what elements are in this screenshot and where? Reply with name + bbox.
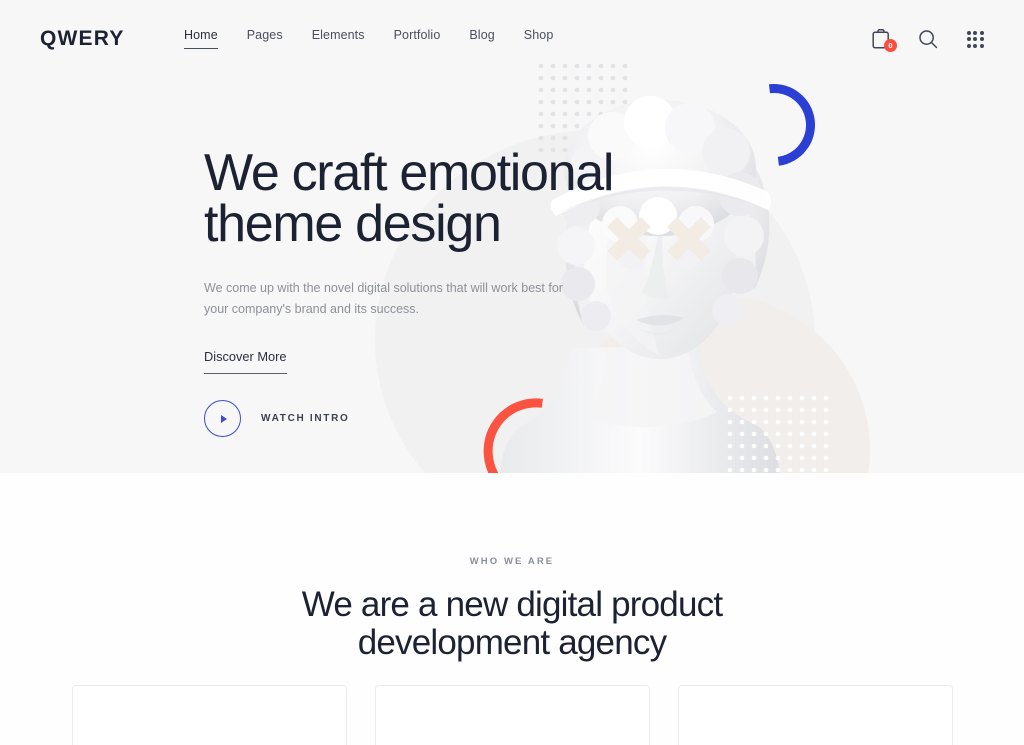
logo[interactable]: QWERY: [40, 27, 125, 51]
grid-menu-icon[interactable]: [964, 27, 986, 51]
play-icon[interactable]: [204, 400, 241, 437]
about-title-line2: development agency: [357, 623, 667, 662]
feature-card-1[interactable]: [71, 685, 347, 745]
hero-title: We craft emotional theme design: [204, 147, 684, 253]
section-eyebrow: WHO WE ARE: [469, 556, 555, 567]
header-icon-group: 0: [870, 27, 986, 52]
site-header: QWERY Home Pages Elements Portfolio Blog…: [0, 0, 1024, 78]
about-section: WHO WE ARE We are a new digital product …: [0, 473, 1024, 745]
nav-item-portfolio[interactable]: Portfolio: [394, 28, 441, 49]
search-icon[interactable]: [917, 27, 939, 51]
about-title: We are a new digital product development…: [0, 586, 1024, 662]
watch-intro-label: WATCH INTRO: [261, 413, 350, 424]
hero-subtitle: We come up with the novel digital soluti…: [204, 281, 563, 316]
nav-item-blog[interactable]: Blog: [469, 28, 494, 49]
hero-title-line2: theme design: [204, 195, 502, 253]
feature-cards: [0, 685, 1024, 745]
nav-item-home[interactable]: Home: [184, 28, 218, 49]
main-navigation: Home Pages Elements Portfolio Blog Shop: [184, 28, 553, 49]
discover-more-link[interactable]: Discover More: [204, 349, 287, 374]
nav-item-shop[interactable]: Shop: [524, 28, 554, 49]
hero-title-line1: We craft emotional: [204, 144, 614, 202]
page-root: We craft emotional theme design We come …: [0, 0, 1024, 745]
about-title-line1: We are a new digital product: [301, 585, 723, 624]
feature-card-2[interactable]: [374, 685, 650, 745]
hero-content: We craft emotional theme design We come …: [204, 147, 684, 374]
feature-card-3[interactable]: [677, 685, 953, 745]
cart-icon[interactable]: 0: [870, 27, 897, 52]
nav-item-pages[interactable]: Pages: [247, 28, 283, 49]
cart-badge: 0: [884, 39, 897, 52]
watch-intro-button[interactable]: WATCH INTRO: [204, 400, 350, 437]
nav-item-elements[interactable]: Elements: [312, 28, 365, 49]
